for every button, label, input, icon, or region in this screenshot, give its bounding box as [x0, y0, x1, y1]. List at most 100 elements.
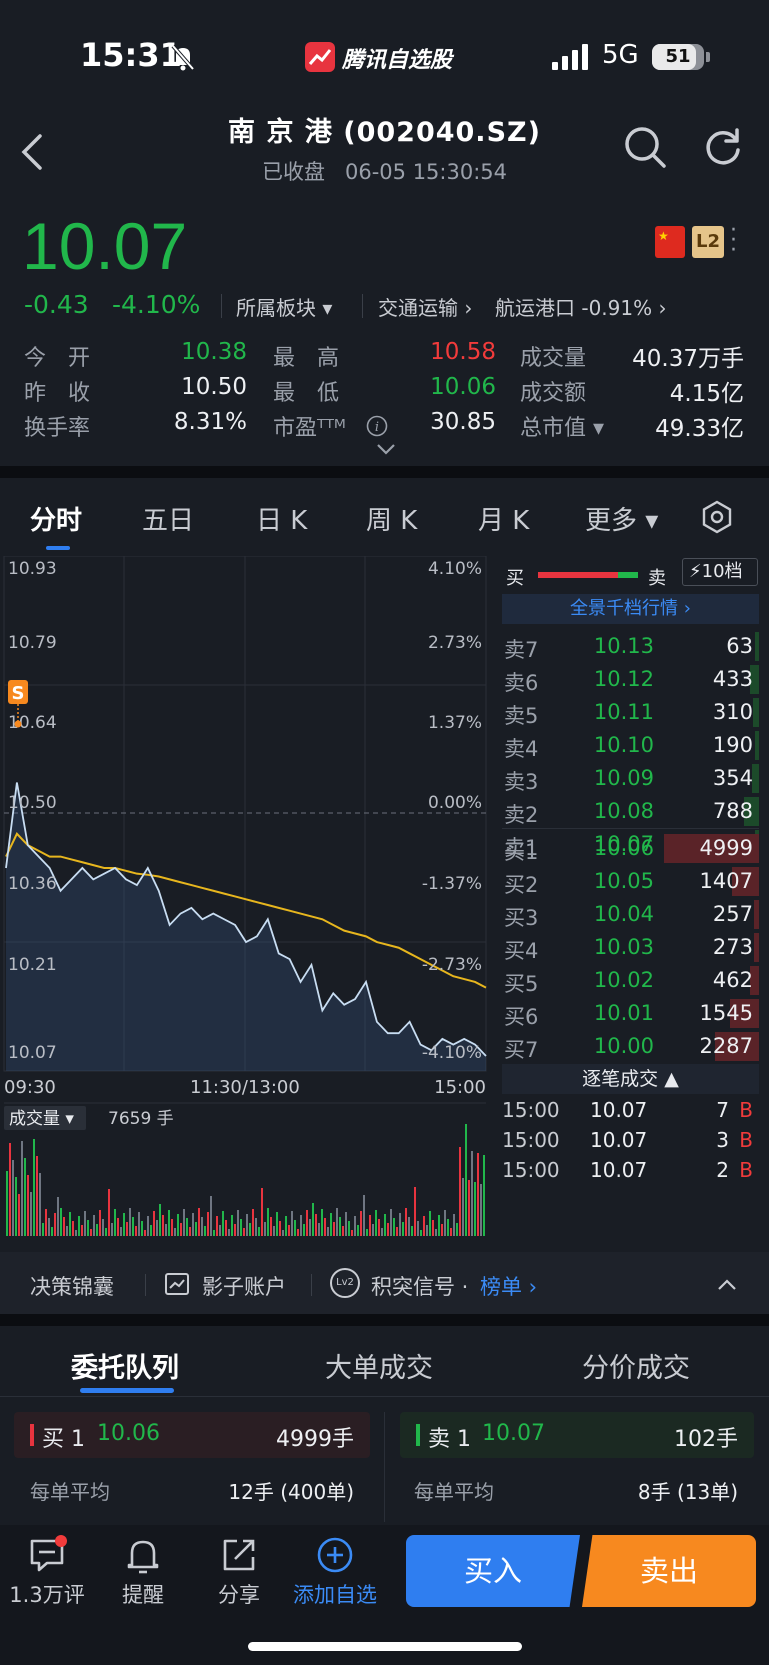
- bid-row[interactable]: 买7 10.00 2287: [502, 1030, 759, 1063]
- ranking-link[interactable]: 榜单 ›: [480, 1271, 537, 1301]
- stat-label: 最 低: [273, 381, 340, 406]
- nav-add-watchlist[interactable]: 添加自选: [290, 1535, 380, 1609]
- app-name: 腾讯自选股: [342, 48, 453, 73]
- volume-bar: [60, 1208, 62, 1236]
- nav-share-label: 分享: [218, 1583, 260, 1607]
- chevron-down-icon[interactable]: [375, 442, 397, 456]
- volume-bar: [393, 1218, 395, 1236]
- tab-more[interactable]: 更多 ▾: [585, 500, 658, 537]
- volume-bar: [384, 1214, 386, 1236]
- shadow-account-icon: [165, 1273, 189, 1295]
- battery-percent: 51: [665, 46, 691, 67]
- trade-volume: 2: [716, 1158, 729, 1182]
- volume-bar: [306, 1210, 308, 1236]
- bid-row[interactable]: 买2 10.05 1407: [502, 865, 759, 898]
- industry-link[interactable]: 交通运输 ›: [378, 292, 472, 321]
- y-pct-label: 1.37%: [428, 713, 482, 733]
- volume-dropdown-label[interactable]: 成交量 ▾: [9, 1109, 74, 1129]
- tab-indicator: [46, 546, 70, 550]
- nav-comments[interactable]: 1.3万评: [2, 1535, 92, 1609]
- decision-kit-link[interactable]: 决策锦囊: [30, 1271, 114, 1301]
- buy-ratio-bar: [538, 572, 618, 578]
- volume-bar: [6, 1171, 8, 1236]
- y-label: 10.07: [8, 1043, 57, 1063]
- volume-bar: [144, 1230, 146, 1236]
- sector-dropdown[interactable]: 所属板块 ▾: [236, 292, 332, 321]
- buy-button[interactable]: 买入: [406, 1535, 580, 1607]
- level-price: 10.09: [593, 766, 654, 790]
- stat-high: 10.58: [430, 339, 496, 365]
- tab-five-day[interactable]: 五日: [142, 500, 194, 537]
- volume-bar: [183, 1209, 185, 1236]
- shadow-account-link[interactable]: 影子账户: [202, 1271, 286, 1301]
- bid-row[interactable]: 买5 10.02 462: [502, 964, 759, 997]
- divider: [145, 1274, 146, 1296]
- volume-bar: [294, 1220, 296, 1236]
- trade-time: 15:00: [502, 1098, 560, 1122]
- tab-order-queue[interactable]: 委托队列: [71, 1346, 179, 1385]
- signal-link-prefix[interactable]: 积突信号 ·: [371, 1271, 468, 1301]
- sell-button[interactable]: 卖出: [582, 1535, 756, 1607]
- volume-bar: [45, 1209, 47, 1236]
- volume-bar: [42, 1223, 44, 1236]
- ask-row[interactable]: 卖4 10.10 190: [502, 729, 759, 762]
- volume-bar: [321, 1209, 323, 1236]
- signal-icon: [552, 44, 588, 70]
- trades-header[interactable]: 逐笔成交 ▲: [502, 1064, 759, 1094]
- bid-row[interactable]: 买4 10.03 273: [502, 931, 759, 964]
- ask-row[interactable]: 卖6 10.12 433: [502, 663, 759, 696]
- stat-prev-close: 10.50: [181, 374, 247, 400]
- l2-badge[interactable]: L2: [692, 226, 724, 258]
- gear-icon[interactable]: [700, 500, 734, 534]
- ask-row[interactable]: 卖2 10.08 788: [502, 795, 759, 828]
- volume-bar: [216, 1216, 218, 1236]
- stat-volume: 40.37万手: [632, 346, 744, 372]
- tab-large-orders[interactable]: 大单成交: [325, 1346, 433, 1385]
- volume-bar: [405, 1208, 407, 1236]
- volume-bar: [480, 1184, 482, 1236]
- trade-price: 10.07: [590, 1158, 648, 1182]
- volume-bar: [129, 1208, 131, 1236]
- bid-row[interactable]: 买1 10.06 4999: [502, 832, 759, 865]
- bid-row[interactable]: 买3 10.04 257: [502, 898, 759, 931]
- volume-bar: [474, 1182, 476, 1236]
- nav-remind[interactable]: 提醒: [98, 1535, 188, 1609]
- nav-share[interactable]: 分享: [194, 1535, 284, 1609]
- china-flag-icon: ★: [655, 226, 685, 258]
- refresh-icon[interactable]: [702, 126, 744, 168]
- market-cap-dropdown[interactable]: 总市值 ▾: [520, 410, 604, 442]
- volume-bar: [150, 1225, 152, 1236]
- subindustry-link[interactable]: 航运港口 -0.91% ›: [495, 292, 666, 321]
- volume-bar: [261, 1188, 263, 1236]
- tab-weekly-k[interactable]: 周 K: [366, 500, 417, 537]
- y-pct-label: -2.73%: [422, 955, 482, 975]
- stat-low: 10.06: [430, 374, 496, 400]
- tab-monthly-k[interactable]: 月 K: [478, 500, 529, 537]
- volume-bar: [114, 1209, 116, 1236]
- stat-label: 今 开: [24, 346, 91, 371]
- volume-bar: [312, 1203, 314, 1236]
- share-icon: [223, 1539, 255, 1571]
- intraday-chart[interactable]: 10.93 10.79 10.64 10.50 10.36 10.21 10.0…: [0, 556, 495, 1256]
- chevron-up-icon[interactable]: [716, 1278, 738, 1292]
- queue-buy-label: 买 1: [42, 1427, 85, 1452]
- volume-bar: [297, 1229, 299, 1236]
- level-label: 买3: [504, 906, 539, 930]
- info-icon[interactable]: i: [366, 415, 388, 437]
- more-dots-icon[interactable]: · · ·: [730, 220, 737, 262]
- trade-time: 15:00: [502, 1158, 560, 1182]
- tab-price-volume[interactable]: 分价成交: [582, 1346, 690, 1385]
- tab-daily-k[interactable]: 日 K: [256, 500, 307, 537]
- search-icon[interactable]: [622, 124, 668, 170]
- volume-bar: [471, 1151, 473, 1236]
- panorama-link[interactable]: 全景千档行情 ›: [502, 594, 759, 624]
- ask-row[interactable]: 卖5 10.11 310: [502, 696, 759, 729]
- levels-button[interactable]: ⚡10档: [682, 558, 758, 586]
- level-volume: 190: [712, 733, 753, 757]
- ask-row[interactable]: 卖7 10.13 63: [502, 630, 759, 663]
- tab-intraday[interactable]: 分时: [30, 500, 82, 537]
- volume-bar: [270, 1217, 272, 1236]
- bid-row[interactable]: 买6 10.01 1545: [502, 997, 759, 1030]
- trade-price: 10.07: [590, 1128, 648, 1152]
- ask-row[interactable]: 卖3 10.09 354: [502, 762, 759, 795]
